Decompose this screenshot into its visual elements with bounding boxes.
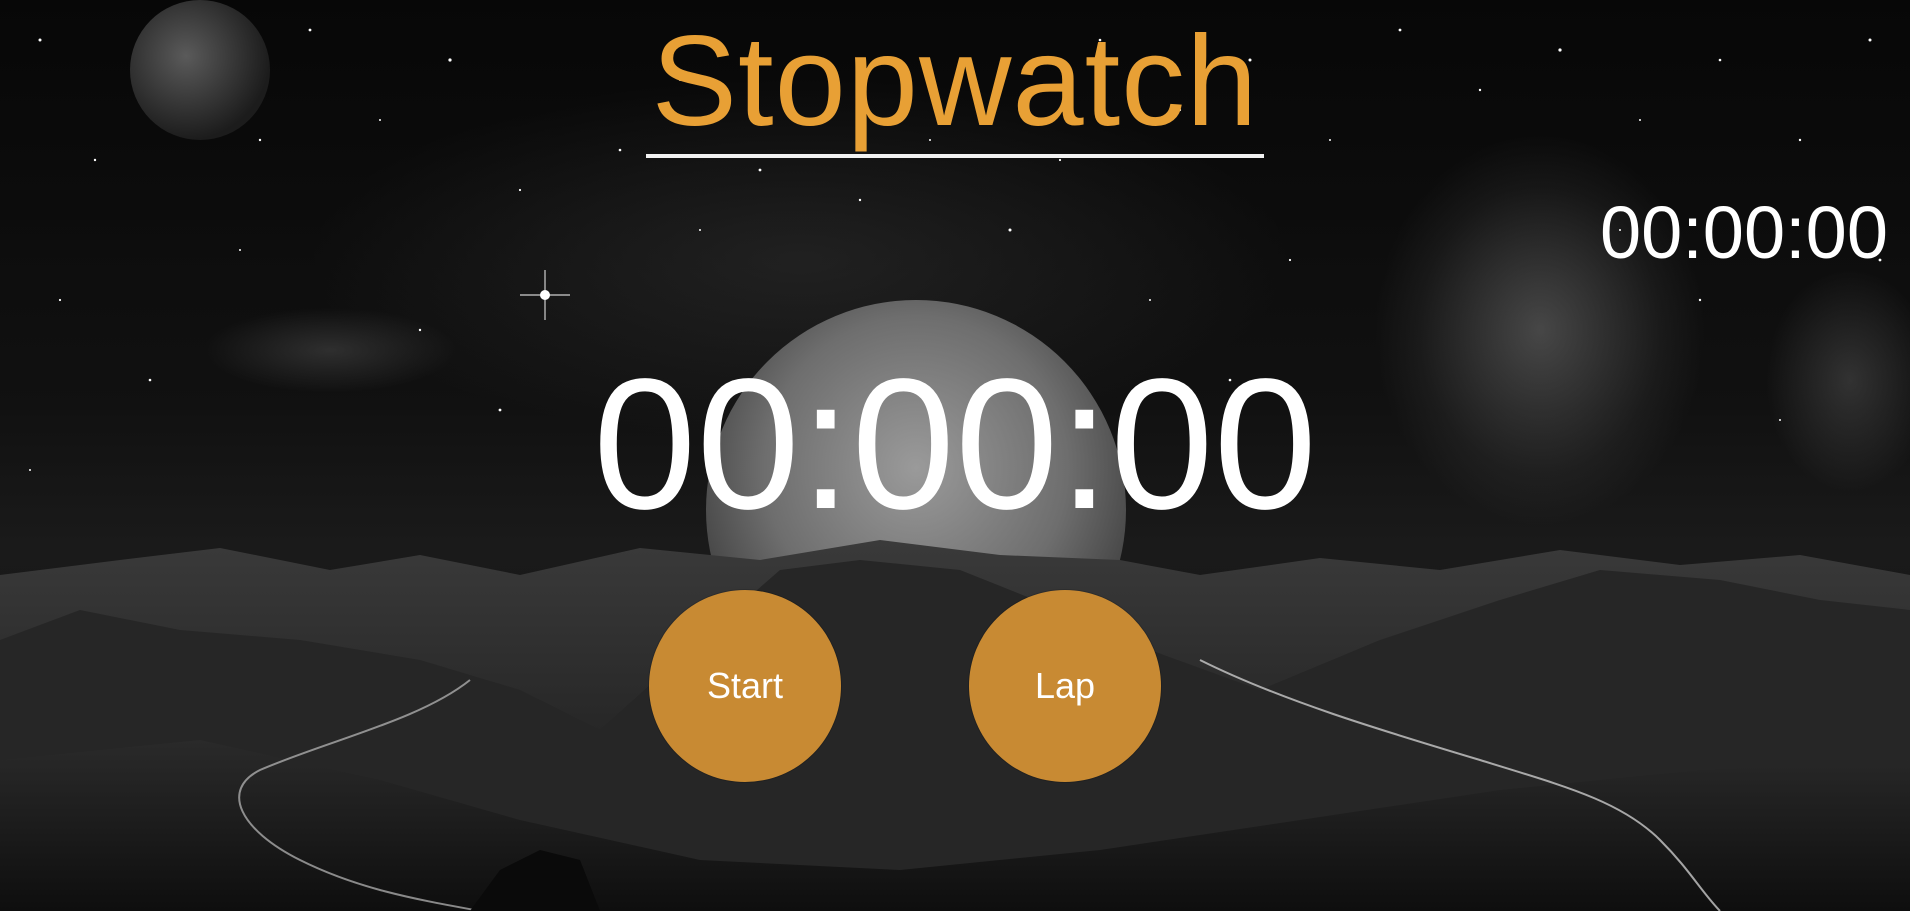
page-title-text: Stopwatch [645,18,1265,158]
page-title: Stopwatch [0,18,1910,158]
bright-star-decoration [520,270,570,320]
lap-time-display: 00:00:00 [1599,191,1888,274]
stopwatch-page: Stopwatch 00:00:00 00:00:00 Start Lap [0,0,1910,911]
main-time-display: 00:00:00 [592,341,1318,548]
start-button[interactable]: Start [649,590,841,782]
lap-button[interactable]: Lap [969,590,1161,782]
